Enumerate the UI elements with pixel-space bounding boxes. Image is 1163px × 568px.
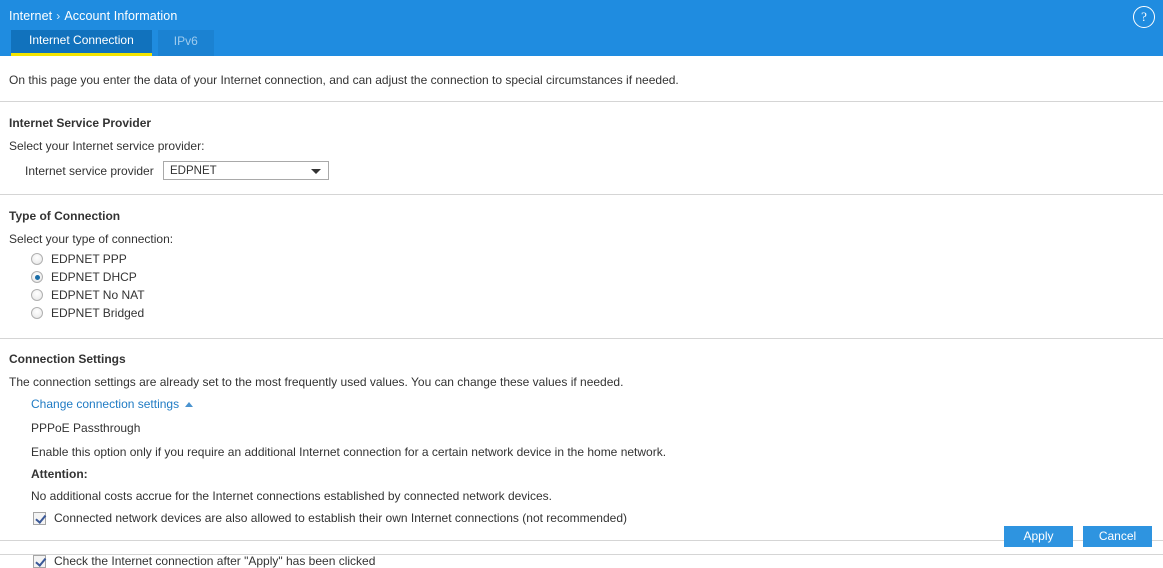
radio-label-edpnet-bridged: EDPNET Bridged — [51, 306, 145, 320]
breadcrumb-current: Account Information — [64, 9, 178, 23]
intro-text: On this page you enter the data of your … — [9, 73, 679, 87]
pppoe-enable-text: Enable this option only if you require a… — [31, 445, 667, 459]
connection-settings-section: Connection Settings The connection setti… — [0, 339, 1163, 525]
tab-ipv6[interactable]: IPv6 — [157, 30, 214, 56]
page-footer: Apply Cancel — [0, 526, 1163, 561]
isp-section-title: Internet Service Provider — [9, 116, 152, 130]
attention-text: No additional costs accrue for the Inter… — [31, 489, 552, 503]
tab-internet-connection[interactable]: Internet Connection — [11, 30, 152, 56]
isp-select-value: EDPNET — [170, 165, 217, 177]
attention-label: Attention: — [31, 467, 88, 481]
tab-bar: Internet Connection IPv6 — [11, 30, 214, 56]
checkbox-label-allow-own-connections: Connected network devices are also allow… — [54, 511, 627, 525]
connection-settings-description: The connection settings are already set … — [9, 375, 624, 389]
apply-button[interactable]: Apply — [1004, 526, 1073, 547]
breadcrumb: Internet › Account Information — [9, 9, 177, 23]
isp-section-subtitle: Select your Internet service provider: — [9, 139, 205, 153]
chevron-up-icon[interactable] — [185, 401, 194, 407]
divider-footer — [0, 554, 1163, 555]
page-header: Internet › Account Information ? Internet … — [0, 0, 1163, 56]
radio-icon-edpnet-bridged[interactable] — [31, 307, 43, 319]
page-content: On this page you enter the data of your … — [0, 56, 1163, 568]
connection-type-section: Type of Connection Select your type of c… — [0, 195, 1163, 322]
breadcrumb-separator-icon: › — [56, 9, 61, 23]
checkbox-row-allow-own-connections[interactable]: Connected network devices are also allow… — [9, 503, 1154, 525]
connection-type-title: Type of Connection — [9, 209, 121, 223]
change-connection-settings-link[interactable]: Change connection settings — [31, 397, 179, 411]
radio-row-edpnet-ppp[interactable]: EDPNET PPP — [9, 250, 1154, 268]
breadcrumb-root[interactable]: Internet — [9, 9, 52, 23]
radio-row-edpnet-dhcp[interactable]: EDPNET DHCP — [9, 268, 1154, 286]
footer-button-group: Apply Cancel — [1004, 526, 1152, 547]
radio-label-edpnet-dhcp: EDPNET DHCP — [51, 270, 137, 284]
connection-type-subtitle: Select your type of connection: — [9, 232, 174, 246]
radio-label-edpnet-no-nat: EDPNET No NAT — [51, 288, 145, 302]
isp-select[interactable]: EDPNET — [163, 161, 329, 180]
checkbox-icon-allow-own-connections[interactable] — [33, 511, 46, 525]
radio-icon-edpnet-no-nat[interactable] — [31, 289, 43, 301]
cancel-button[interactable]: Cancel — [1083, 526, 1152, 547]
pppoe-passthrough-heading: PPPoE Passthrough — [31, 421, 141, 435]
radio-label-edpnet-ppp: EDPNET PPP — [51, 252, 127, 266]
radio-row-edpnet-no-nat[interactable]: EDPNET No NAT — [9, 286, 1154, 304]
help-icon[interactable]: ? — [1133, 6, 1155, 28]
radio-icon-edpnet-ppp[interactable] — [31, 253, 43, 265]
radio-icon-edpnet-dhcp[interactable] — [31, 271, 43, 283]
chevron-down-icon — [311, 169, 321, 174]
isp-form-row: Internet service provider EDPNET — [9, 153, 1154, 180]
connection-settings-title: Connection Settings — [9, 352, 126, 366]
radio-row-edpnet-bridged[interactable]: EDPNET Bridged — [9, 304, 1154, 322]
change-connection-settings-row[interactable]: Change connection settings — [9, 389, 1154, 411]
isp-section: Internet Service Provider Select your In… — [0, 102, 1163, 180]
isp-field-label: Internet service provider — [25, 163, 154, 178]
